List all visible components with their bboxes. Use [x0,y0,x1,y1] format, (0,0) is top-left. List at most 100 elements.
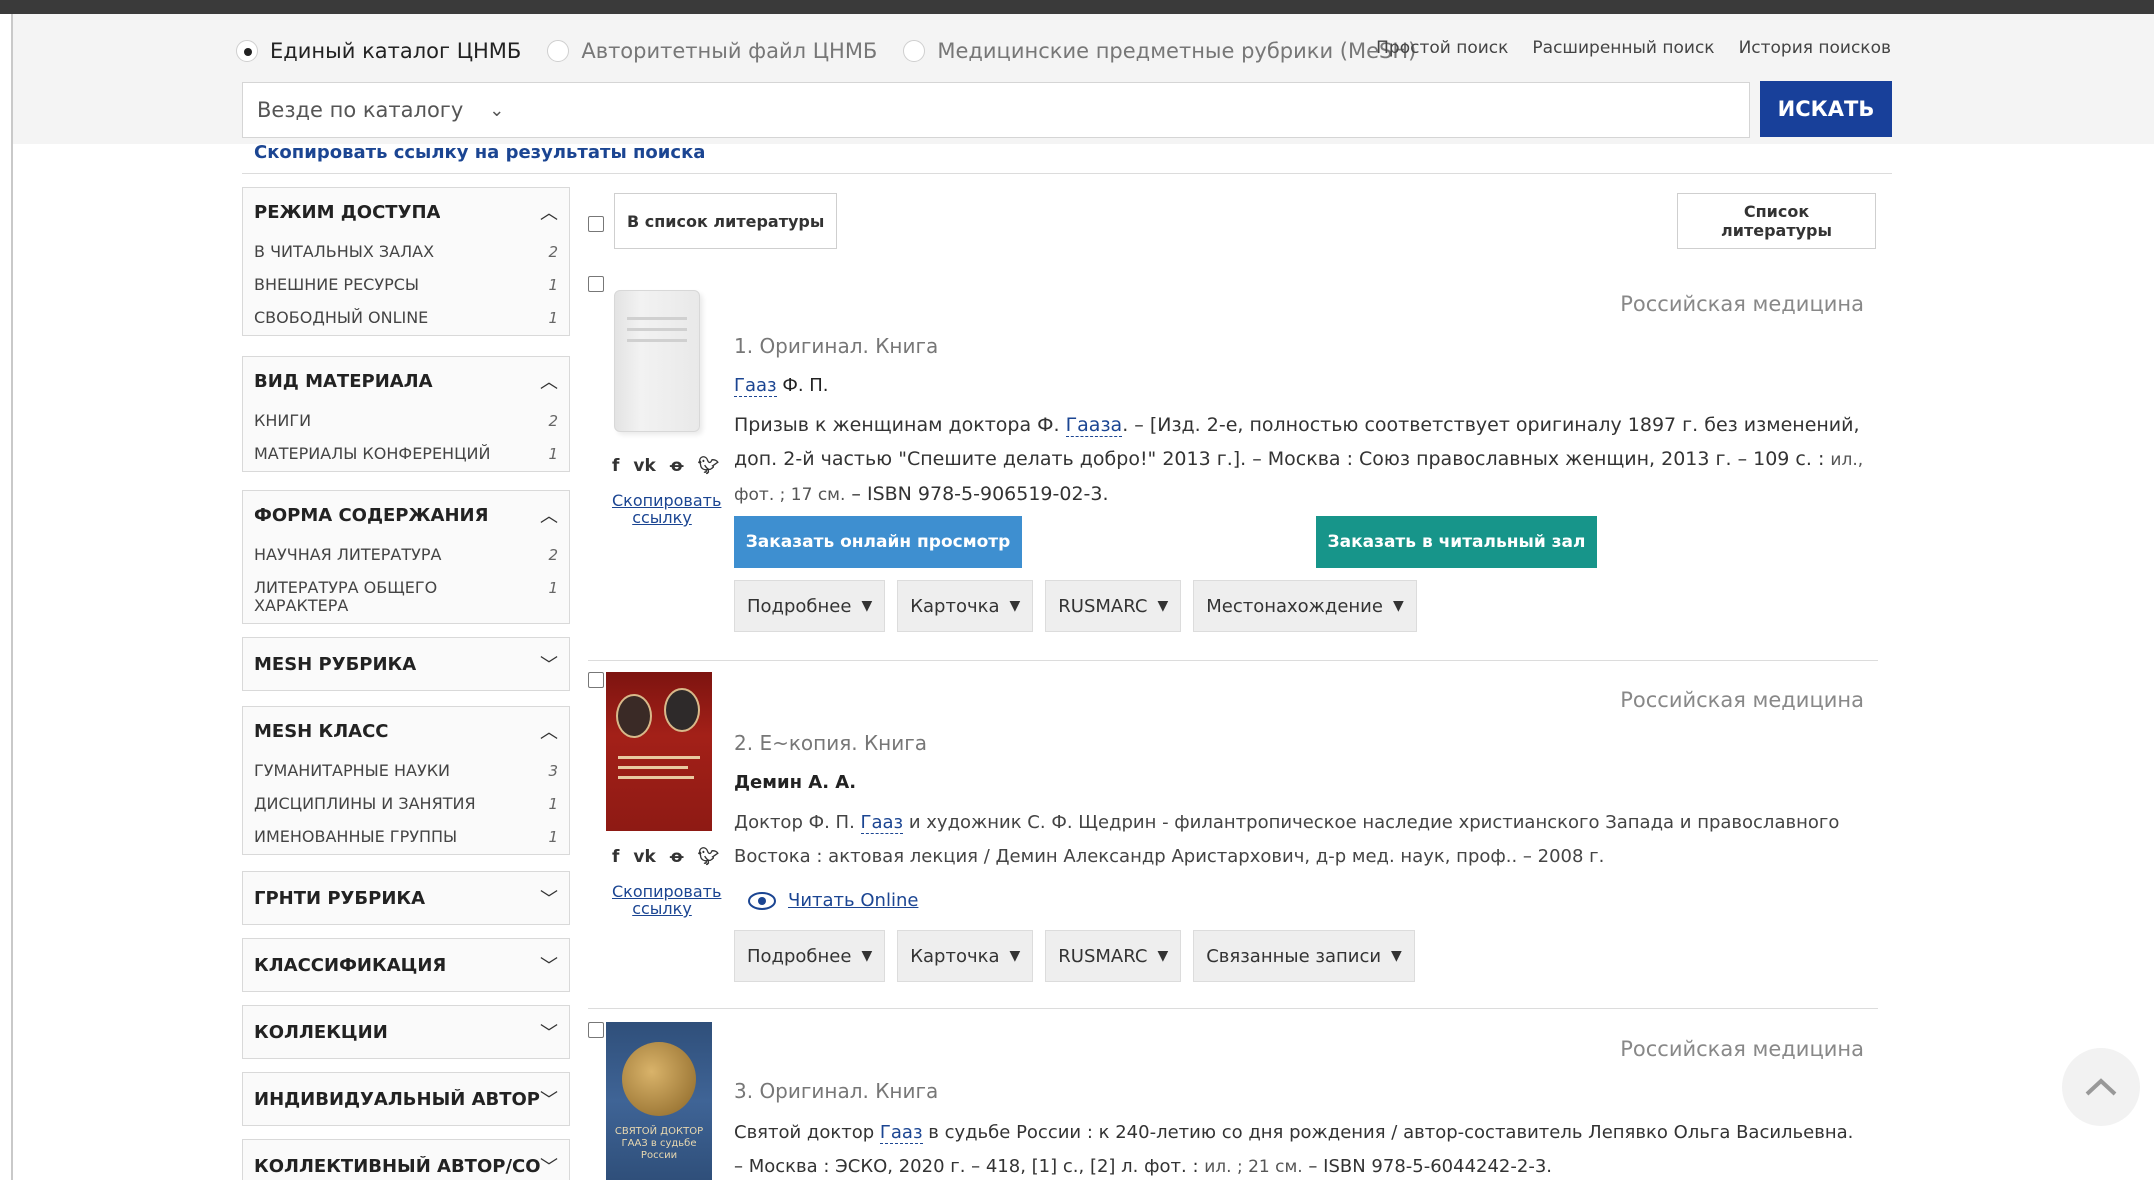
radio-mesh[interactable]: Медицинские предметные рубрики (MeSH) [903,39,1416,63]
radio-circle-checked[interactable] [236,40,258,62]
record-provider: Российская медицина [1620,292,1864,316]
chevron-down-icon: ▼ [1157,948,1169,964]
chevron-down-icon[interactable]: ﹀ [540,1086,558,1112]
record-author: Гааз Ф. П. [734,375,829,397]
twitter-icon[interactable]: 🐦︎ [698,847,720,867]
facet-item-label: В ЧИТАЛЬНЫХ ЗАЛАХ [254,242,435,261]
record-tabs: Подробнее ▼ Карточка ▼ RUSMARC ▼ Местонахож… [734,580,1417,632]
record-divider [588,1008,1878,1009]
radio-circle[interactable] [903,40,926,62]
chevron-down-icon[interactable]: ﹀ [540,885,558,911]
chevron-up-icon[interactable]: ︿ [540,368,558,394]
copy-record-link[interactable]: Скопировать ссылку [612,883,721,917]
tab-details[interactable]: Подробнее ▼ [734,580,886,632]
chevron-down-icon[interactable]: ﹀ [540,1019,558,1045]
facet-header[interactable]: ФОРМА СОДЕРЖАНИЯ ︿ [254,491,558,539]
record-checkbox[interactable] [588,276,604,292]
record-title: 1. Оригинал. Книга [734,334,939,358]
facet-item[interactable]: СВОБОДНЫЙ ONLINE 1 [254,302,558,335]
vk-icon[interactable]: vk [633,847,655,867]
facet-header[interactable]: MESH КЛАСС ︿ [254,707,558,755]
radio-circle[interactable] [547,40,570,62]
book-cover-placeholder[interactable] [614,290,700,432]
facet-item[interactable]: НАУЧНАЯ ЛИТЕРАТУРА 2 [254,539,558,572]
facet-header[interactable]: ГРНТИ РУБРИКА ﹀ [254,872,558,924]
facet-header[interactable]: ВИД МАТЕРИАЛА ︿ [254,357,558,405]
facet-title: MESH РУБРИКА [254,653,417,675]
radio-authority-file[interactable]: Авторитетный файл ЦНМБ [547,39,877,63]
radio-label: Авторитетный файл ЦНМБ [581,39,878,63]
facet-title: MESH КЛАСС [254,720,389,742]
select-all-checkbox[interactable] [588,216,604,232]
facet-header[interactable]: КОЛЛЕКТИВНЫЙ АВТОР/СОЗД ﹀ [254,1140,558,1180]
twitter-icon[interactable]: 🐦︎ [698,456,720,476]
facet-item[interactable]: ВНЕШНИЕ РЕСУРСЫ 1 [254,269,558,302]
vk-icon[interactable]: vk [633,456,655,476]
search-input[interactable] [583,83,1749,137]
odnoklassniki-icon[interactable]: ꝋ [670,847,684,867]
search-history-link[interactable]: История поисков [1739,38,1891,58]
chevron-down-icon[interactable]: ﹀ [540,651,558,677]
tab-label: Местонахождение [1206,595,1383,617]
facet-item-label: НАУЧНАЯ ЛИТЕРАТУРА [254,545,442,564]
facet-header[interactable]: КОЛЛЕКЦИИ ﹀ [254,1006,558,1058]
facet-header[interactable]: ИНДИВИДУАЛЬНЫЙ АВТОР/СО ﹀ [254,1073,558,1125]
tab-rusmarc[interactable]: RUSMARC ▼ [1045,580,1182,632]
tab-card[interactable]: Карточка ▼ [897,930,1034,982]
tab-details[interactable]: Подробнее ▼ [734,930,886,982]
read-online-link[interactable]: Читать Online [748,890,918,911]
facet-mesh-class: MESH КЛАСС ︿ ГУМАНИТАРНЫЕ НАУКИ 3 ДИСЦИПЛ… [242,706,570,855]
search-button[interactable]: ИСКАТЬ [1760,81,1892,137]
facet-item[interactable]: ЛИТЕРАТУРА ОБЩЕГО ХАРАКТЕРА 1 [254,572,558,623]
add-to-bibliography-button[interactable]: В список литературы [614,193,838,249]
facet-item[interactable]: ГУМАНИТАРНЫЕ НАУКИ 3 [254,755,558,788]
order-online-view-button[interactable]: Заказать онлайн просмотр [734,516,1022,568]
record-checkbox[interactable] [588,672,604,688]
facet-header[interactable]: РЕЖИМ ДОСТУПА ︿ [254,188,558,236]
desc-author-link[interactable]: Гааз [879,1122,923,1144]
facet-access-mode: РЕЖИМ ДОСТУПА ︿ В ЧИТАЛЬНЫХ ЗАЛАХ 2 ВНЕШН… [242,187,570,336]
radio-unified-catalog[interactable]: Единый каталог ЦНМБ [236,39,521,63]
chevron-up-icon[interactable]: ︿ [540,502,558,528]
book-cover-image[interactable] [606,672,712,831]
facet-header[interactable]: MESH РУБРИКА ﹀ [254,638,558,690]
chevron-down-icon: ▼ [1157,598,1169,614]
facet-header[interactable]: КЛАССИФИКАЦИЯ ﹀ [254,939,558,991]
catalog-radio-group: Единый каталог ЦНМБ Авторитетный файл ЦН… [236,36,1442,66]
scroll-to-top-button[interactable] [2062,1048,2140,1126]
copy-search-results-link[interactable]: Скопировать ссылку на результаты поиска [254,142,705,163]
chevron-down-icon: ▼ [1391,948,1402,964]
chevron-up-icon[interactable]: ︿ [540,199,558,225]
facet-item[interactable]: В ЧИТАЛЬНЫХ ЗАЛАХ 2 [254,236,558,269]
tab-related-records[interactable]: Связанные записи ▼ [1193,930,1415,982]
tab-card[interactable]: Карточка ▼ [897,580,1034,632]
record-checkbox[interactable] [588,1022,604,1038]
tab-rusmarc[interactable]: RUSMARC ▼ [1045,930,1182,982]
book-cover-image[interactable]: СВЯТОЙ ДОКТОР ГААЗ в судьбе России [606,1022,712,1180]
advanced-search-link[interactable]: Расширенный поиск [1532,38,1714,58]
desc-part: Доктор Ф. П. [734,812,861,833]
desc-author-link[interactable]: Гааза [1065,414,1123,437]
bibliography-list-button[interactable]: Список литературы [1677,193,1876,249]
odnoklassniki-icon[interactable]: ꝋ [670,456,684,476]
chevron-up-icon[interactable]: ︿ [540,718,558,744]
facet-item[interactable]: ИМЕНОВАННЫЕ ГРУППЫ 1 [254,821,558,854]
simple-search-link[interactable]: Простой поиск [1376,38,1508,58]
facet-item[interactable]: ДИСЦИПЛИНЫ И ЗАНЯТИЯ 1 [254,788,558,821]
facebook-icon[interactable]: f [612,456,619,476]
read-online-label: Читать Online [788,890,919,911]
order-reading-room-button[interactable]: Заказать в читальный зал [1316,516,1597,568]
desc-author-link[interactable]: Гааз [860,812,904,834]
author-link[interactable]: Гааз [734,375,777,397]
search-scope-select[interactable]: Везде по каталогу ⌄ [243,83,583,137]
copy-record-link[interactable]: Скопировать ссылку [612,492,721,526]
facet-item[interactable]: МАТЕРИАЛЫ КОНФЕРЕНЦИЙ 1 [254,438,558,471]
facet-item[interactable]: КНИГИ 2 [254,405,558,438]
chevron-down-icon[interactable]: ﹀ [540,1153,558,1179]
facet-item-count: 1 [548,795,558,813]
facet-title: КОЛЛЕКЦИИ [254,1021,388,1043]
facebook-icon[interactable]: f [612,847,619,867]
tab-location[interactable]: Местонахождение ▼ [1193,580,1417,632]
chevron-down-icon[interactable]: ﹀ [540,952,558,978]
author-initials: Ф. П. [776,375,829,396]
